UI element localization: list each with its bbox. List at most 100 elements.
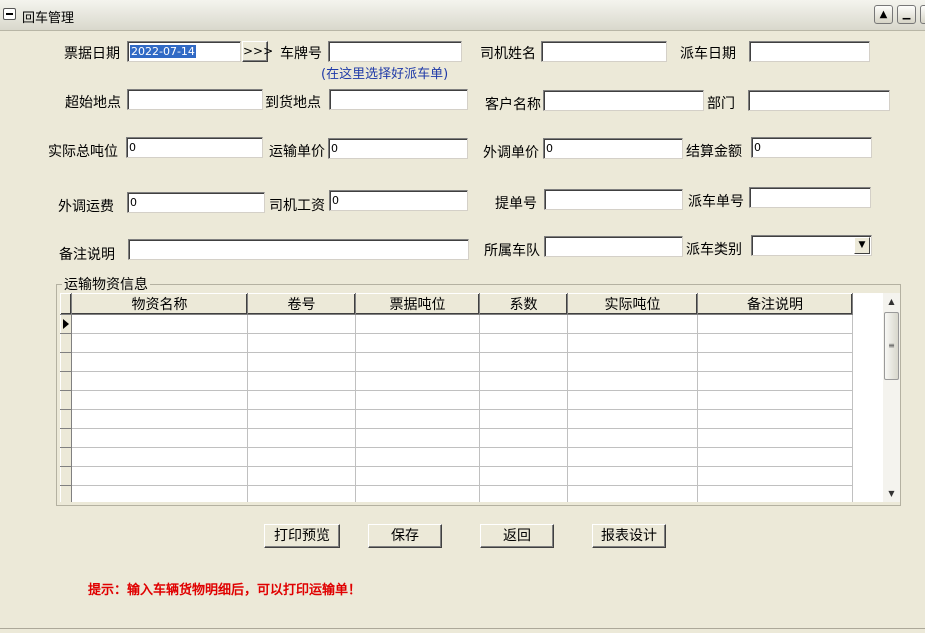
minimize-icon[interactable]: ▁ bbox=[897, 5, 916, 24]
row-indicator[interactable] bbox=[60, 466, 72, 486]
grid-cell[interactable] bbox=[247, 352, 356, 372]
grid-cell[interactable] bbox=[71, 409, 248, 429]
grid-cell[interactable] bbox=[71, 314, 248, 334]
grid-cell[interactable] bbox=[71, 352, 248, 372]
grid-cell[interactable] bbox=[697, 485, 853, 502]
grid-cell[interactable] bbox=[247, 390, 356, 410]
row-indicator[interactable] bbox=[60, 390, 72, 410]
grid-cell[interactable] bbox=[355, 352, 480, 372]
grid-cell[interactable] bbox=[697, 333, 853, 353]
table-row[interactable] bbox=[60, 485, 853, 502]
grid-cell[interactable] bbox=[567, 333, 698, 353]
close-icon[interactable] bbox=[920, 5, 925, 24]
chevron-down-icon[interactable]: ▼ bbox=[854, 237, 870, 254]
row-indicator[interactable] bbox=[60, 447, 72, 467]
plate-input[interactable] bbox=[328, 41, 462, 62]
save-button[interactable]: 保存 bbox=[368, 524, 442, 548]
table-row[interactable] bbox=[60, 333, 853, 353]
scroll-thumb[interactable]: ≡ bbox=[884, 312, 899, 380]
grid-cell[interactable] bbox=[71, 371, 248, 391]
grid-cell[interactable] bbox=[247, 485, 356, 502]
grid-cell[interactable] bbox=[697, 352, 853, 372]
grid-cell[interactable] bbox=[567, 466, 698, 486]
grid-cell[interactable] bbox=[355, 409, 480, 429]
grid-cell[interactable] bbox=[355, 333, 480, 353]
grid-cell[interactable] bbox=[567, 371, 698, 391]
grid-cell[interactable] bbox=[479, 485, 568, 502]
restore-icon[interactable]: ▲ bbox=[874, 5, 893, 24]
row-indicator[interactable] bbox=[60, 333, 72, 353]
grid-cell[interactable] bbox=[71, 390, 248, 410]
materials-grid[interactable]: 物资名称 卷号 票据吨位 系数 实际吨位 备注说明 bbox=[60, 293, 883, 502]
grid-cell[interactable] bbox=[567, 447, 698, 467]
table-row[interactable] bbox=[60, 466, 853, 486]
arrival-location-input[interactable] bbox=[329, 89, 468, 110]
date-picker-button[interactable]: >>> bbox=[242, 41, 273, 62]
table-row[interactable] bbox=[60, 371, 853, 391]
scroll-down-icon[interactable]: ▼ bbox=[883, 485, 900, 502]
col-header-actual-tonnage[interactable]: 实际吨位 bbox=[567, 293, 698, 315]
outsource-freight-input[interactable]: 0 bbox=[127, 192, 265, 213]
actual-total-tonnage-input[interactable]: 0 bbox=[126, 137, 263, 158]
grid-cell[interactable] bbox=[71, 466, 248, 486]
grid-cell[interactable] bbox=[697, 466, 853, 486]
grid-cell[interactable] bbox=[247, 466, 356, 486]
transport-unit-price-input[interactable]: 0 bbox=[328, 138, 468, 159]
table-row[interactable] bbox=[60, 409, 853, 429]
row-indicator[interactable] bbox=[60, 428, 72, 448]
window-menu-icon[interactable] bbox=[3, 8, 16, 20]
table-row[interactable] bbox=[60, 352, 853, 372]
scroll-up-icon[interactable]: ▲ bbox=[883, 293, 900, 310]
ticket-date-input[interactable]: 2022-07-14 bbox=[127, 41, 241, 62]
grid-cell[interactable] bbox=[355, 390, 480, 410]
grid-cell[interactable] bbox=[71, 333, 248, 353]
grid-cell[interactable] bbox=[567, 409, 698, 429]
start-location-input[interactable] bbox=[127, 89, 263, 110]
col-header-remarks[interactable]: 备注说明 bbox=[697, 293, 853, 315]
grid-cell[interactable] bbox=[355, 485, 480, 502]
grid-cell[interactable] bbox=[479, 314, 568, 334]
grid-cell[interactable] bbox=[479, 390, 568, 410]
bill-of-lading-input[interactable] bbox=[544, 189, 683, 210]
dispatch-date-input[interactable] bbox=[749, 41, 870, 62]
department-input[interactable] bbox=[748, 90, 890, 111]
grid-cell[interactable] bbox=[479, 428, 568, 448]
row-indicator[interactable] bbox=[60, 409, 72, 429]
remarks-input[interactable] bbox=[128, 239, 469, 260]
grid-cell[interactable] bbox=[479, 466, 568, 486]
row-indicator[interactable] bbox=[60, 371, 72, 391]
grid-cell[interactable] bbox=[247, 333, 356, 353]
grid-cell[interactable] bbox=[479, 371, 568, 391]
grid-cell[interactable] bbox=[479, 447, 568, 467]
print-preview-button[interactable]: 打印预览 bbox=[264, 524, 340, 548]
customer-name-input[interactable] bbox=[543, 90, 704, 111]
grid-cell[interactable] bbox=[247, 428, 356, 448]
grid-cell[interactable] bbox=[247, 409, 356, 429]
col-header-coefficient[interactable]: 系数 bbox=[479, 293, 568, 315]
settlement-amount-input[interactable]: 0 bbox=[751, 137, 872, 158]
grid-cell[interactable] bbox=[355, 314, 480, 334]
driver-wage-input[interactable]: 0 bbox=[329, 190, 468, 211]
grid-cell[interactable] bbox=[697, 390, 853, 410]
grid-cell[interactable] bbox=[247, 447, 356, 467]
table-row[interactable] bbox=[60, 314, 853, 334]
grid-cell[interactable] bbox=[479, 352, 568, 372]
grid-cell[interactable] bbox=[71, 428, 248, 448]
grid-cell[interactable] bbox=[567, 485, 698, 502]
report-design-button[interactable]: 报表设计 bbox=[592, 524, 666, 548]
outsource-unit-price-input[interactable]: 0 bbox=[543, 138, 683, 159]
grid-cell[interactable] bbox=[567, 352, 698, 372]
grid-cell[interactable] bbox=[355, 428, 480, 448]
fleet-input[interactable] bbox=[544, 236, 683, 257]
row-indicator[interactable] bbox=[60, 352, 72, 372]
grid-cell[interactable] bbox=[697, 447, 853, 467]
dispatch-type-select[interactable]: ▼ bbox=[751, 235, 872, 256]
table-row[interactable] bbox=[60, 447, 853, 467]
dispatch-order-no-input[interactable] bbox=[749, 187, 871, 208]
table-row[interactable] bbox=[60, 428, 853, 448]
grid-cell[interactable] bbox=[567, 314, 698, 334]
grid-cell[interactable] bbox=[355, 466, 480, 486]
grid-cell[interactable] bbox=[567, 428, 698, 448]
grid-cell[interactable] bbox=[697, 428, 853, 448]
grid-vertical-scrollbar[interactable]: ▲ ≡ ▼ bbox=[883, 293, 900, 502]
